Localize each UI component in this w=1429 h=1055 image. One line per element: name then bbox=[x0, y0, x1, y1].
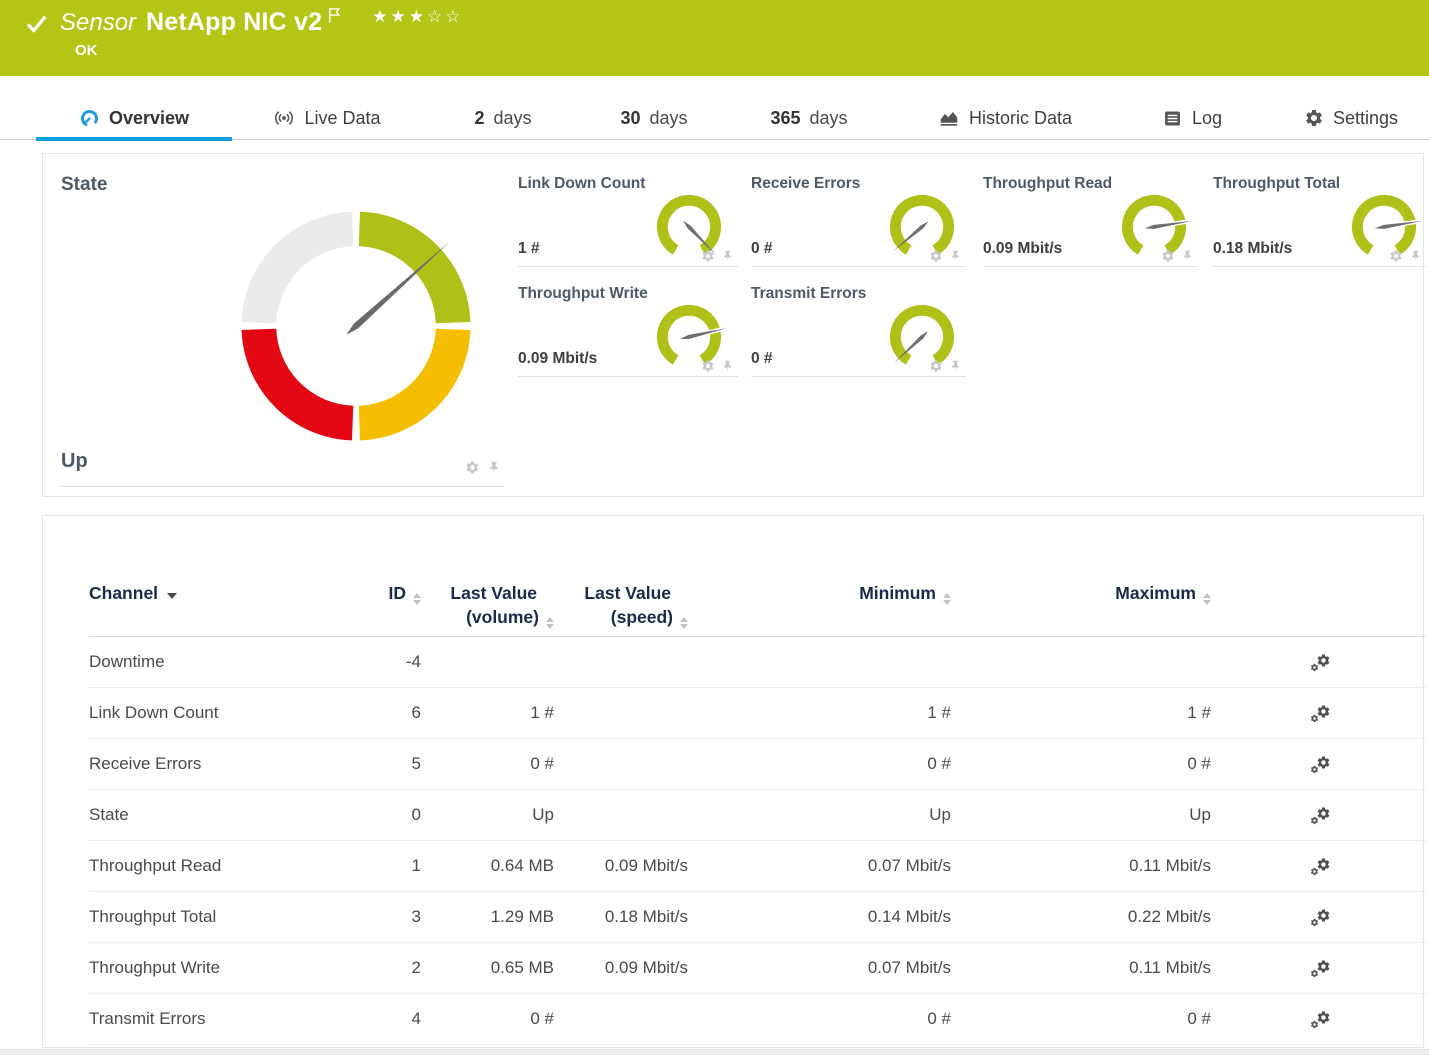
column-header-maximum[interactable]: Maximum bbox=[951, 516, 1211, 605]
gauge-value: 0.09 Mbit/s bbox=[518, 350, 597, 368]
channel-settings-gear-icon[interactable] bbox=[1310, 908, 1331, 927]
tab-2-days[interactable]: 2 days bbox=[452, 96, 554, 140]
gauge-card-throughput-total: Throughput Total 0.18 Mbit/s bbox=[1213, 171, 1426, 267]
channel-settings-gear-icon[interactable] bbox=[1310, 806, 1331, 825]
tab-historic-data[interactable]: Historic Data bbox=[912, 96, 1098, 140]
state-card-title: State bbox=[61, 174, 107, 196]
sort-icon bbox=[680, 617, 688, 629]
priority-flag-icon[interactable] bbox=[327, 7, 342, 24]
sensor-status-text: OK bbox=[75, 42, 98, 59]
gauge-title: Throughput Total bbox=[1213, 175, 1340, 193]
gauge-card-throughput-read: Throughput Read 0.09 Mbit/s bbox=[983, 171, 1198, 267]
sort-icon bbox=[413, 593, 421, 605]
state-value-label: Up bbox=[61, 450, 88, 473]
gauge-card-receive-errors: Receive Errors 0 # bbox=[751, 171, 966, 267]
gauge-pin-icon[interactable] bbox=[721, 249, 734, 263]
tab-log[interactable]: Log bbox=[1146, 96, 1238, 140]
gauge-pin-icon[interactable] bbox=[721, 359, 734, 373]
historic-chart-icon bbox=[938, 107, 960, 129]
channel-name: Downtime bbox=[89, 652, 379, 672]
settings-gear-icon bbox=[1304, 108, 1324, 128]
gauge-title: Receive Errors bbox=[751, 175, 860, 193]
page-bottom-strip bbox=[0, 1049, 1429, 1055]
channel-settings-gear-icon[interactable] bbox=[1310, 959, 1331, 978]
gauge-gear-icon[interactable] bbox=[701, 249, 715, 263]
state-card-divider bbox=[61, 486, 505, 487]
sensor-header: Sensor NetApp NIC v2 ★★★☆☆ OK bbox=[0, 0, 1429, 76]
tab-settings[interactable]: Settings bbox=[1286, 96, 1416, 140]
table-header-row: Channel ID Last Value (volume) Last Valu… bbox=[89, 516, 1426, 637]
column-header-id[interactable]: ID bbox=[379, 516, 421, 605]
channel-settings-gear-icon[interactable] bbox=[1310, 857, 1331, 876]
channel-name: State bbox=[89, 805, 379, 825]
live-data-icon bbox=[273, 107, 295, 129]
column-header-minimum[interactable]: Minimum bbox=[688, 516, 951, 605]
channel-name: Throughput Write bbox=[89, 958, 379, 978]
gauge-pin-icon[interactable] bbox=[1409, 249, 1422, 263]
status-ok-check-icon bbox=[26, 13, 48, 35]
tab-live-data[interactable]: Live Data bbox=[256, 96, 398, 140]
column-header-last-value-speed[interactable]: Last Value (speed) bbox=[554, 516, 688, 629]
tab-bar: Overview Live Data 2 days 30 days 365 da… bbox=[0, 96, 1429, 140]
priority-stars-rating[interactable]: ★★★☆☆ bbox=[372, 7, 463, 27]
channel-settings-gear-icon[interactable] bbox=[1310, 755, 1331, 774]
sort-icon bbox=[546, 617, 554, 629]
log-list-icon bbox=[1162, 108, 1183, 129]
active-tab-underline bbox=[36, 137, 232, 141]
column-header-last-value-volume[interactable]: Last Value (volume) bbox=[421, 516, 554, 629]
channel-name: Receive Errors bbox=[89, 754, 379, 774]
gauge-icon bbox=[79, 108, 100, 129]
channels-table: Channel ID Last Value (volume) Last Valu… bbox=[89, 516, 1426, 1045]
gauge-gear-icon[interactable] bbox=[1161, 249, 1175, 263]
table-row-transmit-errors: Transmit Errors 4 0 # 0 # 0 # bbox=[89, 994, 1426, 1045]
sort-icon bbox=[1203, 593, 1211, 605]
gauge-card-link-down-count: Link Down Count 1 # bbox=[518, 171, 738, 267]
tab-overview[interactable]: Overview bbox=[36, 96, 232, 140]
gauge-value: 0 # bbox=[751, 240, 773, 258]
channel-name: Link Down Count bbox=[89, 703, 379, 723]
state-pin-icon[interactable] bbox=[487, 460, 501, 475]
channel-settings-gear-icon[interactable] bbox=[1310, 704, 1331, 723]
gauge-title: Link Down Count bbox=[518, 175, 645, 193]
gauge-title: Throughput Write bbox=[518, 285, 648, 303]
object-kind-label: Sensor bbox=[60, 9, 136, 37]
gauge-title: Transmit Errors bbox=[751, 285, 866, 303]
table-row-state: State 0 Up Up Up bbox=[89, 790, 1426, 841]
table-row-throughput-read: Throughput Read 1 0.64 MB 0.09 Mbit/s 0.… bbox=[89, 841, 1426, 892]
channel-name: Throughput Read bbox=[89, 856, 379, 876]
channel-name: Throughput Total bbox=[89, 907, 379, 927]
channel-name: Transmit Errors bbox=[89, 1009, 379, 1029]
table-row-downtime: Downtime -4 bbox=[89, 637, 1426, 688]
gauge-value: 0 # bbox=[751, 350, 773, 368]
tab-30-days[interactable]: 30 days bbox=[600, 96, 708, 140]
gauge-gear-icon[interactable] bbox=[1389, 249, 1403, 263]
gauge-gear-icon[interactable] bbox=[701, 359, 715, 373]
table-row-throughput-write: Throughput Write 2 0.65 MB 0.09 Mbit/s 0… bbox=[89, 943, 1426, 994]
gauge-title: Throughput Read bbox=[983, 175, 1112, 193]
gauge-pin-icon[interactable] bbox=[949, 359, 962, 373]
channel-settings-gear-icon[interactable] bbox=[1310, 653, 1331, 672]
gauge-value: 0.09 Mbit/s bbox=[983, 240, 1062, 258]
tab-365-days[interactable]: 365 days bbox=[750, 96, 868, 140]
channel-settings-gear-icon[interactable] bbox=[1310, 1010, 1331, 1029]
page-title: NetApp NIC v2 bbox=[146, 8, 322, 37]
gauge-gear-icon[interactable] bbox=[929, 249, 943, 263]
gauge-value: 1 # bbox=[518, 240, 540, 258]
gauge-pin-icon[interactable] bbox=[1181, 249, 1194, 263]
table-row-throughput-total: Throughput Total 3 1.29 MB 0.18 Mbit/s 0… bbox=[89, 892, 1426, 943]
table-row-link-down-count: Link Down Count 6 1 # 1 # 1 # bbox=[89, 688, 1426, 739]
gauge-card-transmit-errors: Transmit Errors 0 # bbox=[751, 281, 966, 377]
overview-gauges-panel: State Up Link Down Count 1 # Receive Err… bbox=[42, 153, 1424, 497]
gauge-value: 0.18 Mbit/s bbox=[1213, 240, 1292, 258]
gauge-card-throughput-write: Throughput Write 0.09 Mbit/s bbox=[518, 281, 738, 377]
sort-desc-icon bbox=[167, 593, 177, 599]
column-header-channel[interactable]: Channel bbox=[89, 516, 379, 605]
gauge-pin-icon[interactable] bbox=[949, 249, 962, 263]
gauge-gear-icon[interactable] bbox=[929, 359, 943, 373]
table-row-receive-errors: Receive Errors 5 0 # 0 # 0 # bbox=[89, 739, 1426, 790]
channels-table-panel: Channel ID Last Value (volume) Last Valu… bbox=[42, 515, 1424, 1048]
state-gear-icon[interactable] bbox=[465, 460, 480, 475]
sort-icon bbox=[943, 593, 951, 605]
state-donut-gauge bbox=[234, 204, 478, 448]
